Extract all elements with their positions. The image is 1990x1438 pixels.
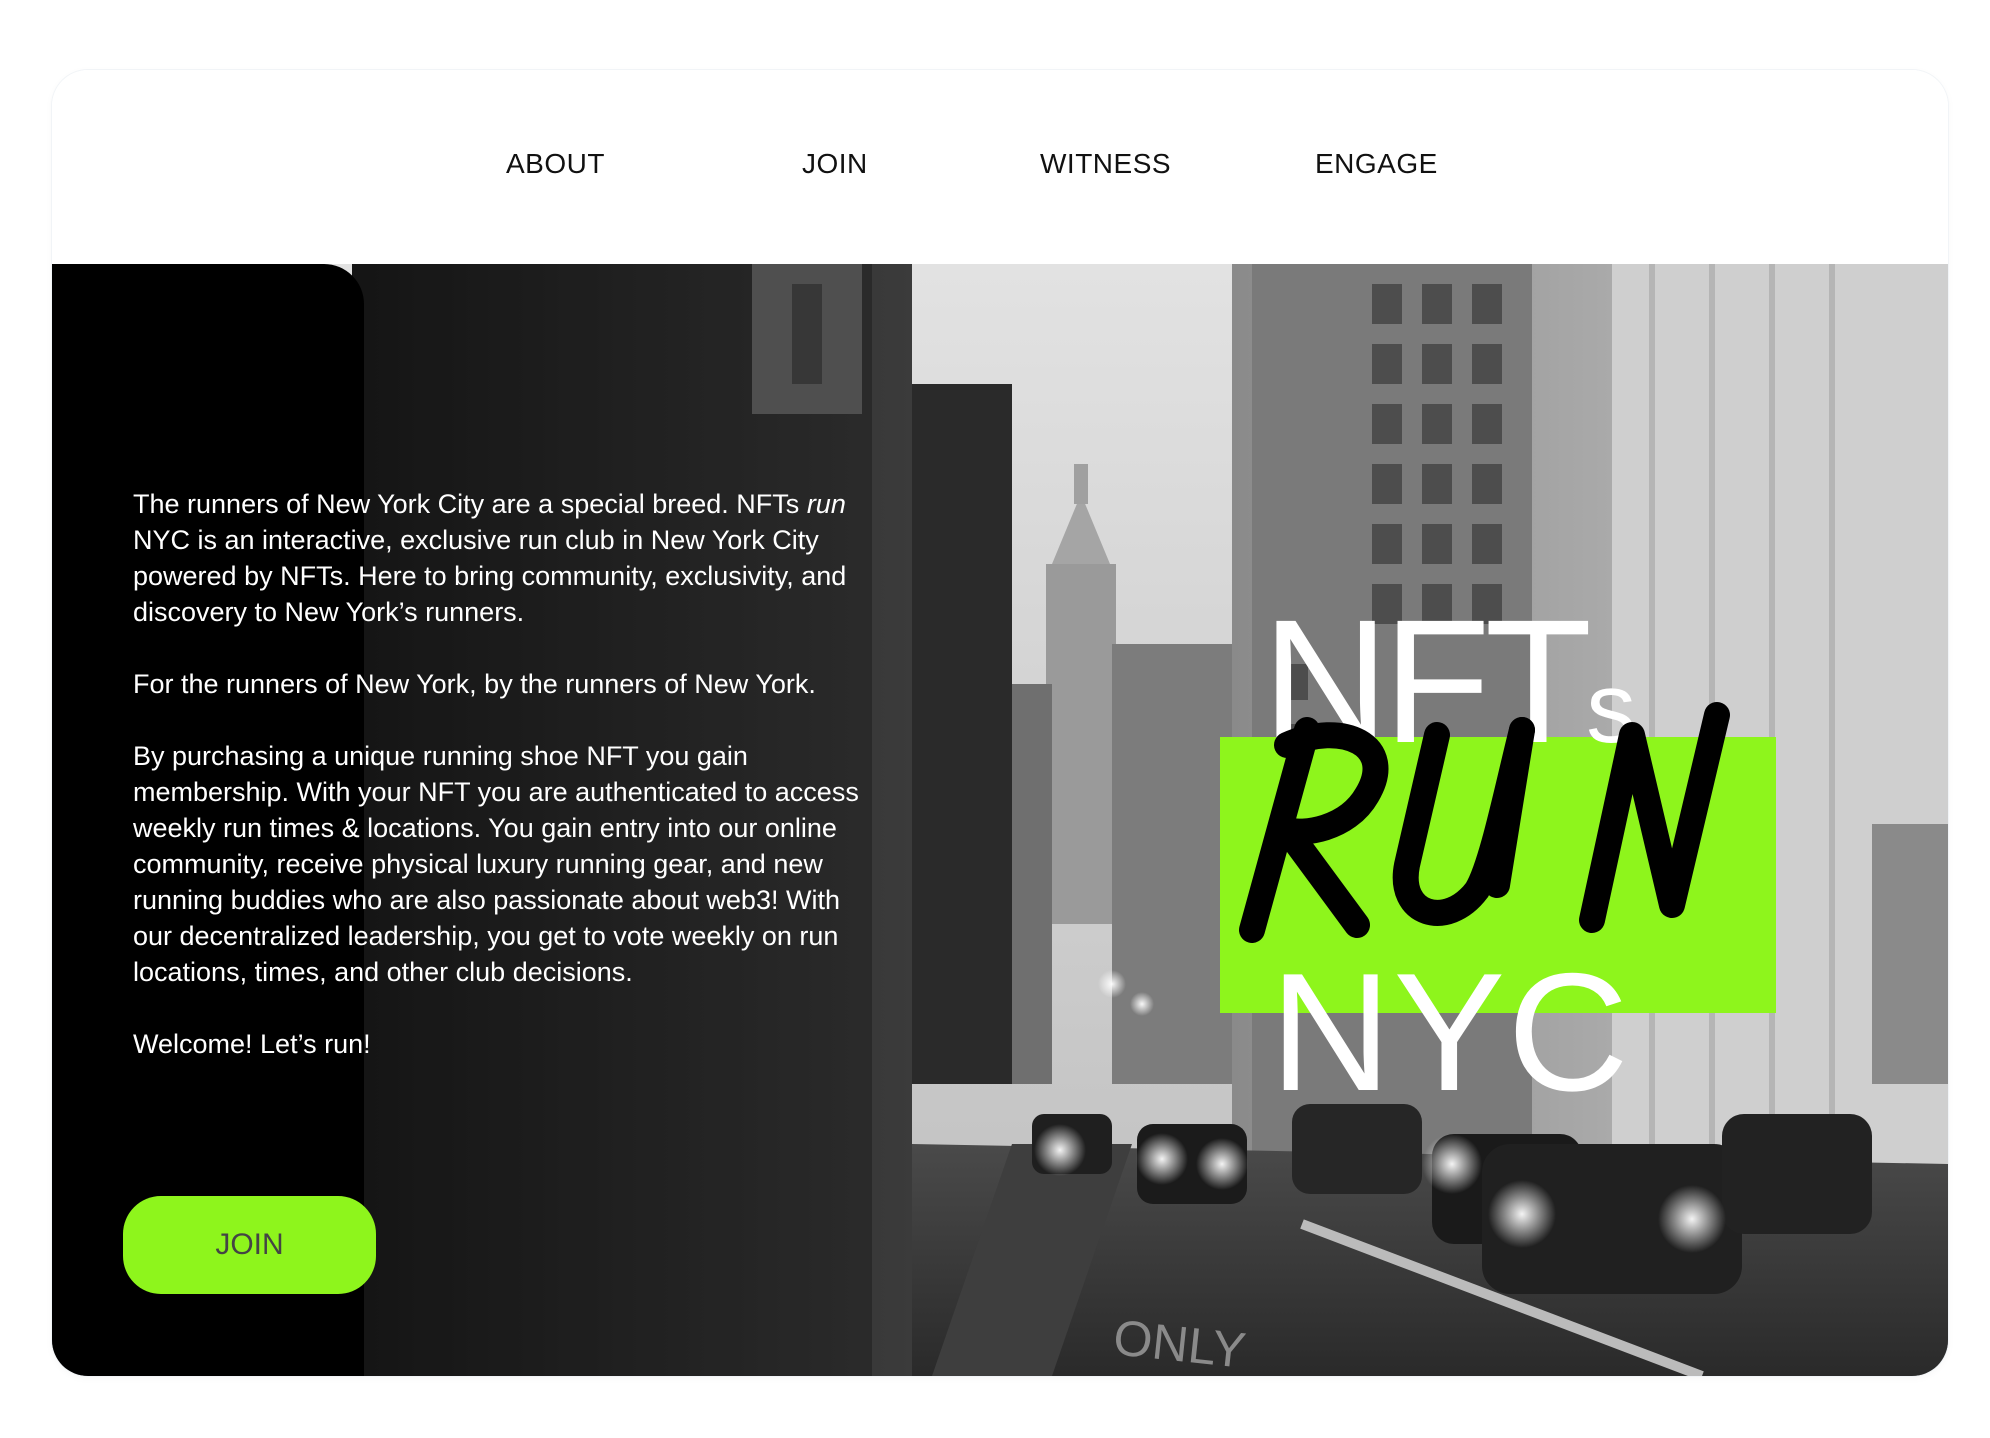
nav-join[interactable]: JOIN [802, 148, 868, 180]
intro-paragraph-1-run: run [806, 489, 846, 519]
hero-section: ONLY The runners of New York City are a … [52, 264, 1948, 1376]
intro-paragraph-3: By purchasing a unique running shoe NFT … [133, 741, 859, 987]
intro-paragraph-1: The runners of New York City are a speci… [133, 486, 863, 630]
join-button[interactable]: JOIN [123, 1196, 376, 1294]
logo-run-script [1239, 702, 1730, 943]
top-nav: ABOUT JOIN WITNESS ENGAGE [52, 70, 1948, 264]
intro-copy: The runners of New York City are a speci… [133, 486, 863, 1098]
intro-paragraph-1-end: NYC is an interactive, exclusive run clu… [133, 525, 847, 627]
intro-paragraph-4: Welcome! Let’s run! [133, 1029, 371, 1059]
nfts-run-nyc-logo: NFTs NYC [1172, 594, 1776, 1154]
page-card: ABOUT JOIN WITNESS ENGAGE ONLY The runne… [52, 70, 1948, 1376]
nav-engage[interactable]: ENGAGE [1315, 148, 1438, 180]
logo-nyc-text: NYC [1270, 938, 1631, 1126]
nav-about[interactable]: ABOUT [506, 148, 605, 180]
intro-paragraph-2: For the runners of New York, by the runn… [133, 669, 816, 699]
intro-paragraph-1-start: The runners of New York City are a speci… [133, 489, 807, 519]
nav-witness[interactable]: WITNESS [1040, 148, 1171, 180]
